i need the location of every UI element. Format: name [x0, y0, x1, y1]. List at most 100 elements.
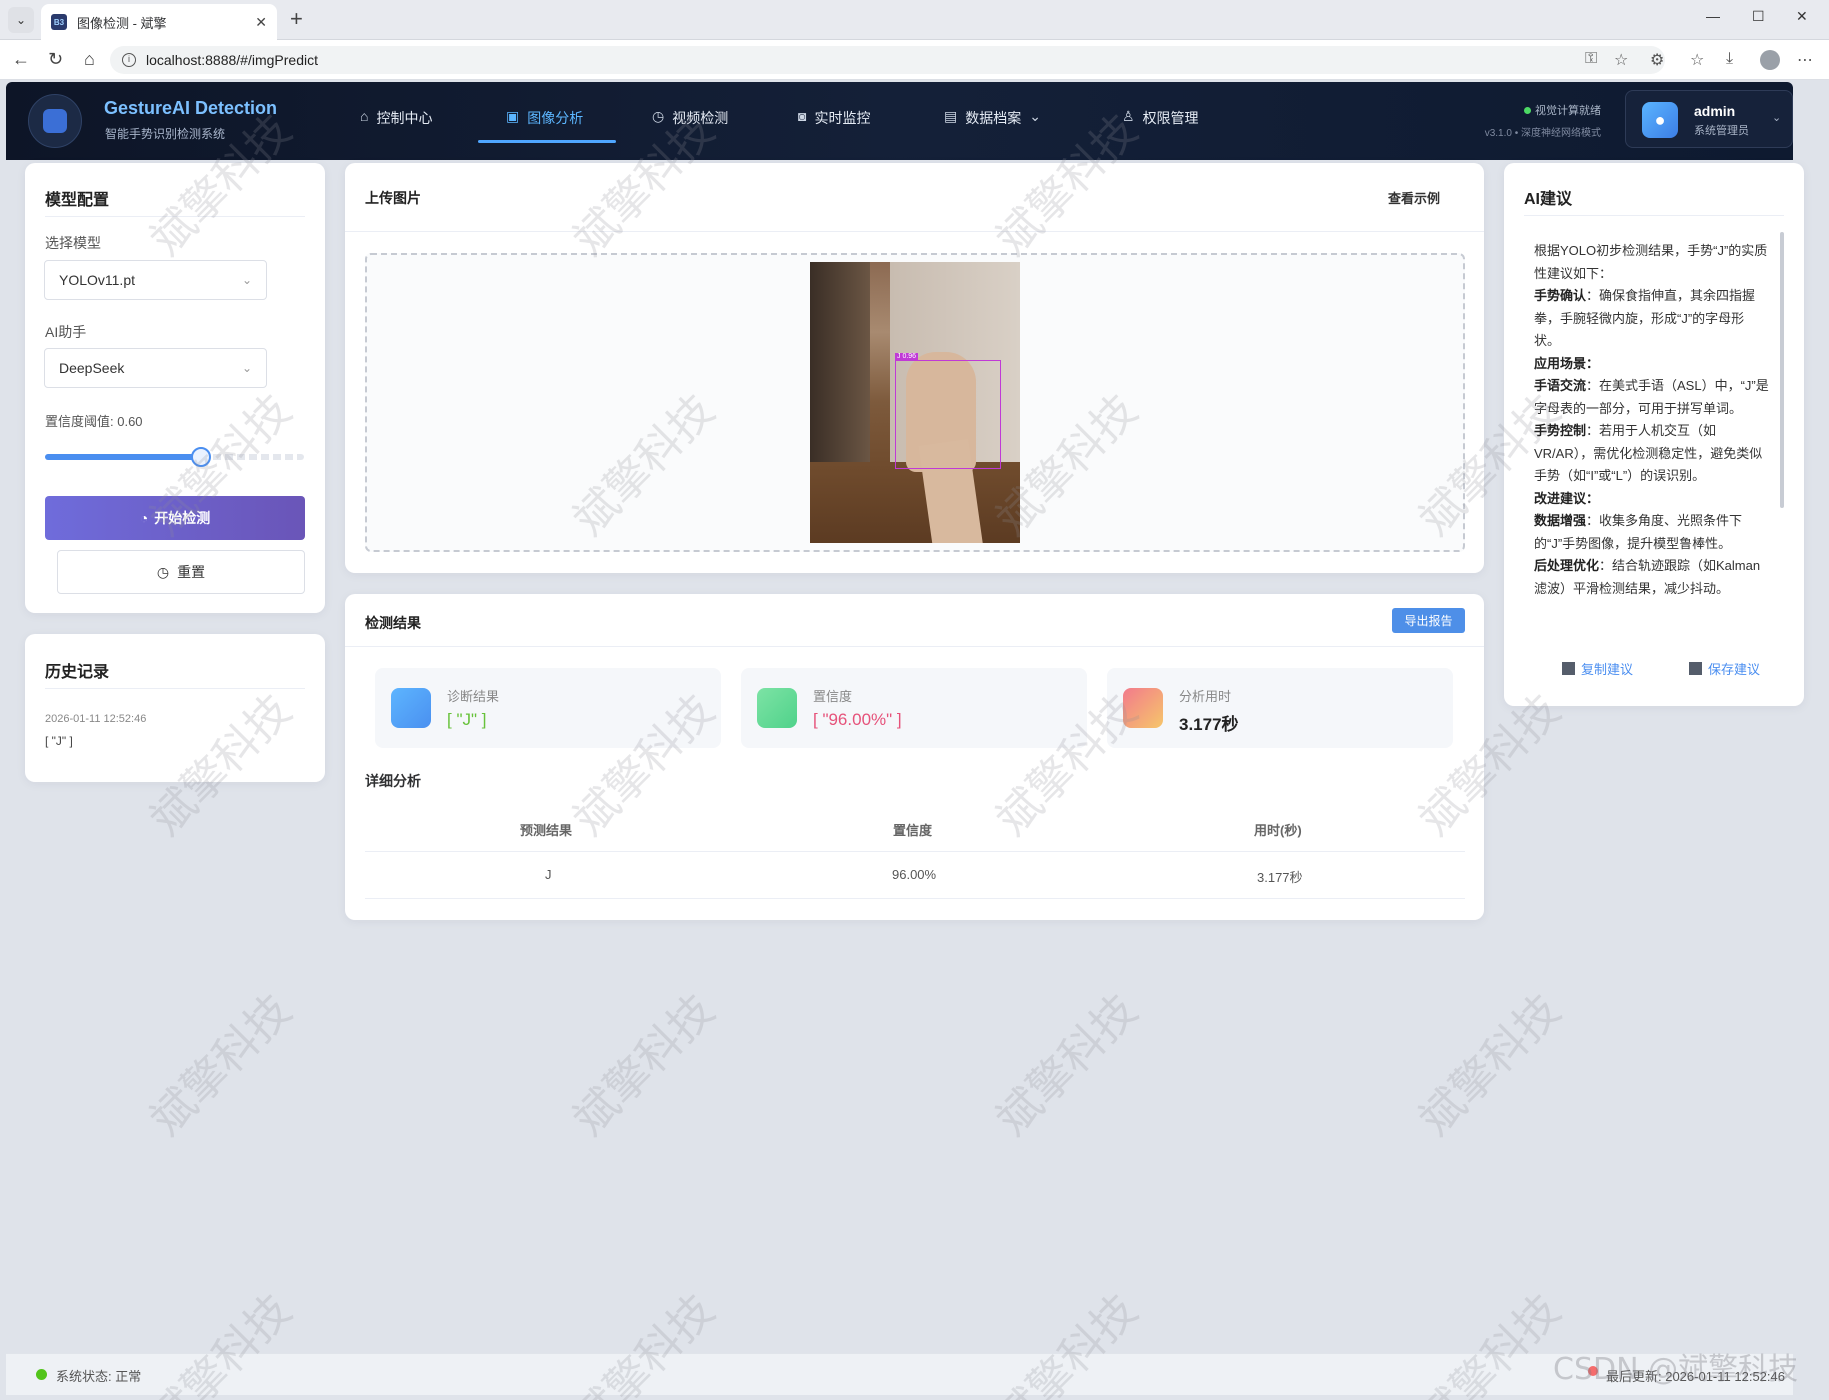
tab-title: 图像检测 - 斌擎	[77, 15, 167, 31]
model-label: 选择模型	[45, 235, 101, 251]
status-footer: 系统状态: 正常 最后更新: 2026-01-11 12:52:46	[6, 1353, 1793, 1395]
nav-video-detection[interactable]: ◷ 视频检测	[652, 108, 728, 160]
assistant-select-value: DeepSeek	[59, 360, 125, 376]
ai-point: 3.改进建议：	[1534, 490, 1600, 506]
download-icon[interactable]: ⤓	[1726, 50, 1733, 68]
model-config-title: 模型配置	[45, 192, 110, 209]
window-close-icon[interactable]: ✕	[1796, 8, 1808, 25]
minimize-icon[interactable]: —	[1706, 8, 1720, 24]
ai-subpoint: 手势控制：若用于人机交互（如VR/AR），需优化检测稳定性，避免类似手势（如“I…	[1534, 423, 1763, 483]
chevron-down-icon: ⌄	[1772, 112, 1782, 124]
system-status: 视觉计算就绪 v3.1.0 • 深度神经网络模式	[1456, 102, 1601, 139]
table-header-time: 用时(秒)	[1254, 823, 1302, 838]
image-icon: ▣	[506, 108, 520, 124]
nav-permissions[interactable]: ♙ 权限管理	[1122, 108, 1199, 160]
detection-box-label: J 0.96	[895, 353, 919, 361]
model-select[interactable]: YOLOv11.pt ⌄	[44, 260, 267, 300]
user-icon: ♙	[1122, 108, 1135, 124]
table-cell-time: 3.177秒	[1257, 870, 1303, 885]
nav-data-archive[interactable]: ▤ 数据档案 ⌄	[944, 108, 1041, 160]
nav-realtime-monitor[interactable]: ◙ 实时监控	[798, 108, 870, 160]
export-report-button[interactable]: 导出报告	[1392, 608, 1465, 633]
ai-point: 2.应用场景：	[1534, 355, 1600, 371]
history-title: 历史记录	[45, 664, 110, 681]
user-menu[interactable]: ● admin 系统管理员 ⌄	[1625, 90, 1793, 148]
assistant-select[interactable]: DeepSeek ⌄	[44, 348, 267, 388]
tab-list-button[interactable]: ⌄	[8, 7, 34, 33]
profile-icon[interactable]	[1760, 50, 1780, 70]
detail-title: 详细分析	[365, 773, 421, 789]
camera-icon: ◙	[798, 108, 807, 124]
ai-scrollbar[interactable]	[1780, 232, 1784, 508]
watermark: 斌擎科技	[563, 984, 725, 1146]
model-config-card: 模型配置 选择模型	[25, 163, 325, 613]
url-field[interactable]: i localhost:8888/#/imgPredict	[110, 46, 1665, 74]
stat-duration: 分析用时 3.177秒	[1107, 668, 1453, 748]
reload-icon[interactable]: ↻	[48, 49, 63, 70]
address-bar-row: ← ↻ ⌂ i localhost:8888/#/imgPredict ⚿ ☆ …	[0, 40, 1829, 80]
threshold-slider-fill	[45, 454, 200, 460]
diagnosis-icon	[391, 688, 431, 728]
version-text: v3.1.0 • 深度神经网络模式	[1484, 128, 1601, 139]
new-tab-icon[interactable]: +	[290, 6, 303, 32]
chevron-down-icon: ⌄	[15, 13, 27, 27]
view-example-link[interactable]: 查看示例	[1388, 188, 1440, 207]
home-browser-icon[interactable]: ⌂	[84, 49, 95, 70]
threshold-label: 置信度阈值: 0.60	[45, 414, 143, 429]
stat-value: [ "J" ]	[447, 710, 487, 729]
history-card: 历史记录 2026-01-11 12:52:46 [ "J" ]	[25, 634, 325, 782]
detection-bounding-box	[895, 360, 1001, 469]
user-role: 系统管理员	[1694, 125, 1749, 137]
nav-label: 权限管理	[1142, 110, 1199, 126]
nav-label: 图像分析	[527, 110, 584, 126]
site-info-icon[interactable]: i	[122, 53, 136, 67]
status-dot-icon	[1524, 107, 1531, 114]
start-detection-button[interactable]: ◔ 开始检测	[45, 496, 305, 540]
favorites-icon[interactable]: ☆	[1690, 50, 1704, 70]
user-avatar-icon: ●	[1654, 109, 1666, 130]
nav-label: 视频检测	[672, 110, 729, 126]
close-tab-icon[interactable]: ✕	[255, 14, 267, 31]
star-icon[interactable]: ☆	[1614, 50, 1628, 70]
ai-intro: 根据YOLO初步检测结果，手势“J”的实质性建议如下：	[1534, 243, 1768, 281]
back-icon[interactable]: ←	[12, 49, 30, 70]
table-header-confidence: 置信度	[893, 823, 933, 838]
maximize-icon[interactable]: ☐	[1752, 8, 1765, 25]
stat-title: 诊断结果	[447, 689, 500, 704]
home-icon: ⌂	[360, 108, 369, 124]
chevron-down-icon: ⌄	[241, 273, 252, 287]
brand-title: GestureAI Detection	[104, 98, 278, 118]
chevron-down-icon: ⌄	[241, 361, 252, 375]
save-icon	[1689, 662, 1702, 675]
nav-label: 数据档案	[965, 110, 1022, 126]
watermark: 斌擎科技	[140, 984, 302, 1146]
logo-icon	[28, 94, 82, 148]
watermark: 斌擎科技	[986, 984, 1148, 1146]
user-name: admin	[1694, 103, 1736, 119]
copy-button-label: 复制建议	[1581, 662, 1634, 677]
copy-suggestion-button[interactable]: 复制建议	[1562, 659, 1633, 678]
threshold-slider-thumb[interactable]	[191, 447, 211, 467]
ai-suggestion-text: 根据YOLO初步检测结果，手势“J”的实质性建议如下： 1.手势确认：确保食指伸…	[1534, 240, 1770, 630]
ai-title: AI建议	[1524, 191, 1573, 208]
csdn-watermark: CSDN @斌擎科技	[1553, 1352, 1799, 1387]
reset-button[interactable]: ◷ 重置	[57, 550, 305, 594]
nav-image-analysis[interactable]: ▣ 图像分析	[506, 108, 583, 160]
nav-label: 控制中心	[376, 110, 433, 126]
ai-subpoint: 数据增强：收集多角度、光照条件下的“J”手势图像，提升模型鲁棒性。	[1534, 513, 1743, 551]
brand-subtitle: 智能手势识别检测系统	[105, 127, 226, 141]
save-suggestion-button[interactable]: 保存建议	[1689, 659, 1760, 678]
browser-tab-bar: ⌄ B3 图像检测 - 斌擎 ✕ + — ☐ ✕	[0, 0, 1829, 40]
nav-dashboard[interactable]: ⌂ 控制中心	[360, 108, 432, 160]
upload-title: 上传图片	[365, 190, 421, 206]
start-button-label: 开始检测	[154, 510, 211, 526]
save-button-label: 保存建议	[1708, 662, 1761, 677]
browser-tab[interactable]: B3 图像检测 - 斌擎 ✕	[41, 4, 277, 40]
model-select-value: YOLOv11.pt	[59, 272, 136, 288]
watermark: 斌擎科技	[1409, 984, 1571, 1146]
extensions-icon[interactable]: ⚙	[1650, 50, 1664, 70]
more-icon[interactable]: ⋯	[1797, 50, 1813, 70]
history-result[interactable]: [ "J" ]	[45, 734, 73, 748]
stat-diagnosis: 诊断结果 [ "J" ]	[375, 668, 721, 748]
key-icon[interactable]: ⚿	[1585, 50, 1597, 68]
